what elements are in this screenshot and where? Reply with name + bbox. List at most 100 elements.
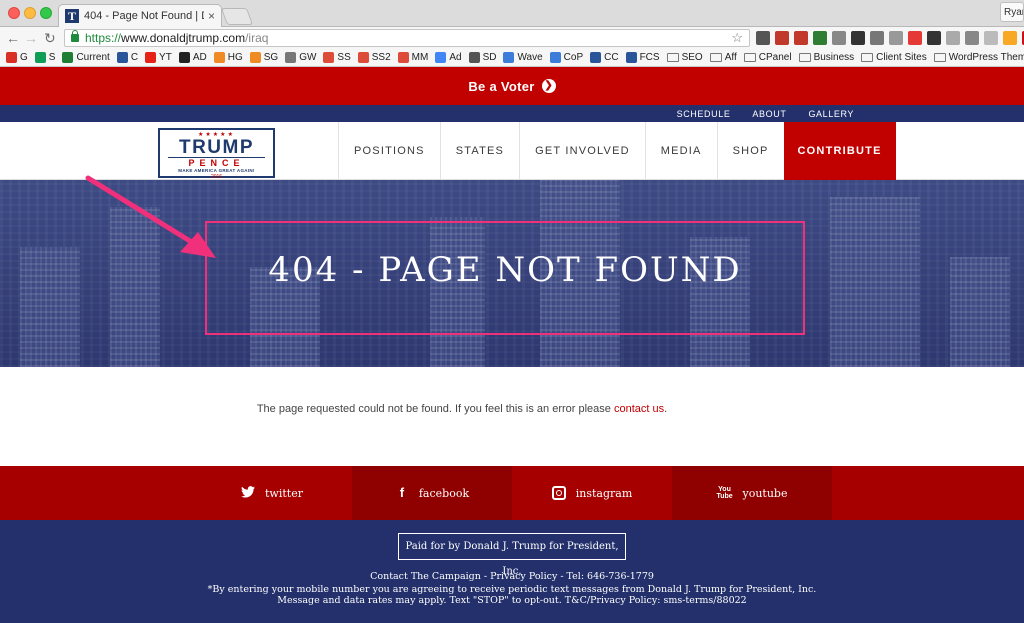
extension-icon[interactable]	[813, 31, 827, 45]
bookmark-favicon-icon	[34, 52, 46, 63]
window-minimize-button[interactable]	[24, 7, 36, 19]
contact-privacy-line[interactable]: Contact The Campaign - Privacy Policy - …	[0, 571, 1024, 582]
profile-button[interactable]: Ryan	[1000, 2, 1024, 22]
bookmark-item[interactable]: Ad	[435, 52, 462, 63]
instagram-label: instagram	[575, 486, 633, 500]
bookmark-label: SS2	[371, 52, 391, 63]
bookmark-item[interactable]: SG	[249, 52, 279, 63]
bookmark-favicon-icon	[549, 52, 561, 63]
bookmark-item[interactable]: C	[116, 52, 139, 63]
facebook-label: facebook	[418, 486, 470, 500]
social-facebook-link[interactable]: f facebook	[352, 466, 512, 520]
bookmark-star-icon[interactable]: ☆	[731, 30, 743, 46]
bookmark-item[interactable]: HG	[213, 52, 243, 63]
bookmark-folder[interactable]: WordPress Themes	[933, 52, 1024, 63]
folder-icon	[743, 53, 756, 62]
back-arrow-icon[interactable]: ←	[6, 30, 20, 46]
tab-close-icon[interactable]: ×	[208, 9, 215, 23]
tab-title: 404 - Page Not Found | Donal	[84, 10, 204, 22]
skyline-building	[20, 247, 80, 367]
bookmark-item[interactable]: S	[34, 52, 55, 63]
contribute-button[interactable]: CONTRIBUTE	[783, 122, 896, 180]
bookmark-folder[interactable]: Business	[798, 52, 855, 63]
new-tab-button[interactable]	[220, 8, 254, 25]
bookmark-item[interactable]: G	[6, 52, 28, 63]
contact-us-link[interactable]: contact us	[614, 403, 664, 415]
utility-link-gallery[interactable]: GALLERY	[808, 109, 854, 119]
bookmark-label: SG	[263, 52, 279, 63]
bookmark-folder[interactable]: CPanel	[743, 52, 792, 63]
logo-trump: TRUMP	[178, 137, 255, 158]
bookmark-label: HG	[227, 52, 243, 63]
bookmark-item[interactable]: AD	[178, 52, 207, 63]
folder-icon	[798, 53, 811, 62]
window-close-button[interactable]	[8, 7, 20, 19]
nav-media[interactable]: MEDIA	[644, 122, 717, 180]
bookmark-label: C	[130, 52, 139, 63]
extension-icon[interactable]	[851, 31, 865, 45]
bookmark-item[interactable]: MM	[397, 52, 428, 63]
primary-nav-items: POSITIONS STATES GET INVOLVED MEDIA SHOP…	[338, 122, 896, 180]
utility-link-schedule[interactable]: SCHEDULE	[677, 109, 731, 119]
nav-get-involved[interactable]: GET INVOLVED	[519, 122, 645, 180]
extension-icon[interactable]	[756, 31, 770, 45]
bookmark-favicon-icon	[397, 52, 409, 63]
bookmark-label: CoP	[563, 52, 584, 63]
url-input[interactable]: https:// www.donaldjtrump.com /iraq ☆	[64, 29, 750, 47]
page-title: 404 - PAGE NOT FOUND	[268, 250, 742, 290]
social-instagram-link[interactable]: instagram	[512, 466, 672, 520]
forward-arrow-icon[interactable]: →	[24, 30, 38, 46]
bookmark-item[interactable]: CoP	[549, 52, 584, 63]
extension-icon[interactable]	[984, 31, 998, 45]
bookmark-item[interactable]: SS2	[357, 52, 391, 63]
nav-states[interactable]: STATES	[439, 122, 519, 180]
be-a-voter-label: Be a Voter	[468, 78, 535, 94]
bookmark-favicon-icon	[503, 52, 515, 63]
extension-icon[interactable]	[965, 31, 979, 45]
twitter-label: twitter	[265, 486, 303, 500]
bookmark-item[interactable]: GW	[285, 52, 316, 63]
extension-icon[interactable]	[946, 31, 960, 45]
bookmark-item[interactable]: FCS	[625, 52, 660, 63]
bookmark-folder-label: CPanel	[758, 52, 792, 63]
youtube-label: youtube	[742, 486, 788, 500]
bookmark-favicon-icon	[285, 52, 297, 63]
bookmark-folder[interactable]: Client Sites	[861, 52, 927, 63]
extension-icon[interactable]	[889, 31, 903, 45]
be-a-voter-banner[interactable]: Be a Voter ❯	[0, 67, 1024, 105]
extension-icon[interactable]	[775, 31, 789, 45]
bookmark-item[interactable]: SD	[468, 52, 496, 63]
social-youtube-link[interactable]: You Tube youtube	[672, 466, 832, 520]
skyline-building	[830, 197, 920, 367]
utility-link-about[interactable]: ABOUT	[752, 109, 786, 119]
bookmark-item[interactable]: Wave	[503, 52, 543, 63]
extension-icon[interactable]	[927, 31, 941, 45]
browser-tab-active[interactable]: T 404 - Page Not Found | Donal ×	[58, 4, 222, 27]
bookmark-label: Current	[76, 52, 110, 63]
nav-shop[interactable]: SHOP	[716, 122, 784, 180]
sms-terms-line-1: *By entering your mobile number you are …	[207, 584, 817, 595]
bookmark-item[interactable]: CC	[590, 52, 619, 63]
extension-icon[interactable]	[870, 31, 884, 45]
bookmark-item[interactable]: YT	[145, 52, 172, 63]
extension-icon[interactable]	[794, 31, 808, 45]
window-zoom-button[interactable]	[40, 7, 52, 19]
skyline-building	[950, 257, 1010, 367]
youtube-icon: You Tube	[716, 486, 733, 500]
bookmark-folder[interactable]: Aff	[709, 52, 737, 63]
twitter-icon	[241, 486, 256, 500]
facebook-icon: f	[399, 485, 405, 500]
bookmark-folder-label: Business	[813, 52, 855, 63]
bookmark-item[interactable]: SS	[323, 52, 351, 63]
nav-positions[interactable]: POSITIONS	[338, 122, 440, 180]
bookmark-folder[interactable]: SEO	[666, 52, 703, 63]
extension-icon[interactable]	[832, 31, 846, 45]
reload-icon[interactable]: ↻	[44, 30, 56, 46]
bookmark-label: GW	[299, 52, 317, 63]
extensions-row	[756, 31, 1024, 45]
social-twitter-link[interactable]: twitter	[192, 466, 352, 520]
trump-favicon-icon: T	[65, 9, 79, 23]
extension-icon[interactable]	[1003, 31, 1017, 45]
bookmark-item[interactable]: Current	[62, 52, 110, 63]
extension-icon[interactable]	[908, 31, 922, 45]
